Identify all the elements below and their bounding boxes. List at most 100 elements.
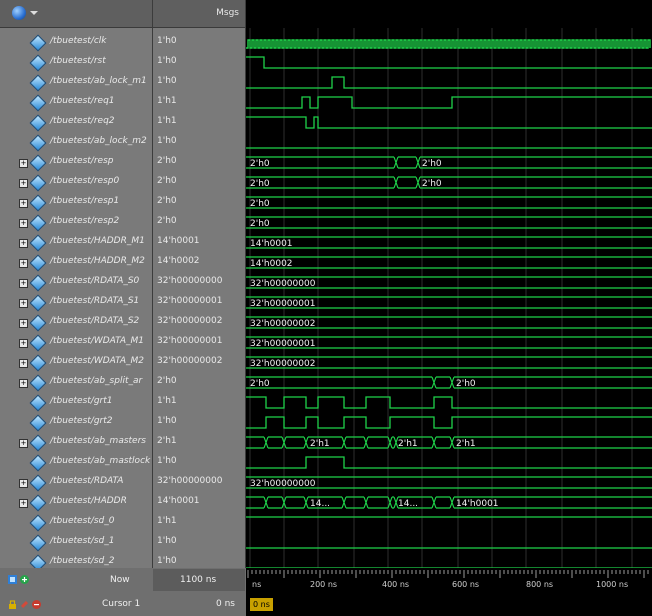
signal-name[interactable]: /tbuetest/ab_masters <box>50 436 146 446</box>
waveform-canvas[interactable]: 2'h0 2'h0 2'h0 2'h0 2'h0 2'h0 14'h0001 14'h0002… <box>246 0 652 568</box>
signal-name[interactable]: /tbuetest/req1 <box>50 96 115 106</box>
signal-name[interactable]: /tbuetest/WDATA_M1 <box>50 336 144 346</box>
time-axis[interactable]: ns 200 ns 400 ns 600 ns 800 ns 1000 ns <box>246 568 652 594</box>
signal-row[interactable]: + /tbuetest/resp0 2'h0 <box>0 173 245 193</box>
haddr-wave-segment <box>286 496 304 509</box>
split-wave-label: 2'h0 <box>456 379 476 389</box>
resp0-wave-segment <box>420 176 652 189</box>
expand-toggle[interactable]: + <box>19 179 28 188</box>
signal-row[interactable]: + /tbuetest/resp2 2'h0 <box>0 213 245 233</box>
haddr-wave-segment <box>346 496 364 509</box>
signal-name[interactable]: /tbuetest/grt1 <box>50 396 113 406</box>
signal-name[interactable]: /tbuetest/resp <box>50 156 113 166</box>
globe-icon[interactable] <box>12 6 26 20</box>
cursor-tag[interactable]: 0 ns <box>250 598 273 611</box>
signal-row[interactable]: /tbuetest/ab_mastlock 1'h0 <box>0 453 245 473</box>
signal-name[interactable]: /tbuetest/rst <box>50 56 106 66</box>
signal-row[interactable]: + /tbuetest/HADDR 14'h0001 <box>0 493 245 513</box>
signal-row[interactable]: /tbuetest/ab_lock_m1 1'h0 <box>0 73 245 93</box>
signal-row[interactable]: /tbuetest/grt2 1'h0 <box>0 413 245 433</box>
signal-row[interactable]: + /tbuetest/RDATA_S0 32'h00000000 <box>0 273 245 293</box>
signal-value: 32'h00000000 <box>157 476 223 486</box>
expand-toggle[interactable]: + <box>19 319 28 328</box>
signal-value: 1'h0 <box>157 36 177 46</box>
masters-wave-label: 2'h1 <box>398 439 418 449</box>
signal-name[interactable]: /tbuetest/RDATA <box>50 476 123 486</box>
signal-row[interactable]: + /tbuetest/WDATA_M1 32'h00000001 <box>0 333 245 353</box>
signal-name[interactable]: /tbuetest/sd_1 <box>50 536 114 546</box>
expand-toggle[interactable]: + <box>19 199 28 208</box>
resp-wave-transition <box>415 156 421 169</box>
signal-name[interactable]: /tbuetest/grt2 <box>50 416 113 426</box>
signal-name[interactable]: /tbuetest/HADDR <box>50 496 127 506</box>
signal-name[interactable]: /tbuetest/WDATA_M2 <box>50 356 144 366</box>
tick-label: 800 ns <box>526 580 554 589</box>
signal-row[interactable]: + /tbuetest/HADDR_M1 14'h0001 <box>0 233 245 253</box>
signal-icon <box>29 234 47 252</box>
expand-toggle[interactable]: + <box>19 159 28 168</box>
signal-row[interactable]: + /tbuetest/ab_masters 2'h1 <box>0 433 245 453</box>
haddr-wave-label: 14'h0001 <box>456 499 499 509</box>
signal-name[interactable]: /tbuetest/HADDR_M2 <box>50 256 145 266</box>
signal-icon <box>29 134 47 152</box>
expand-toggle[interactable]: + <box>19 339 28 348</box>
resp-wave-segment <box>398 156 416 169</box>
signal-row[interactable]: /tbuetest/grt1 1'h1 <box>0 393 245 413</box>
signal-row[interactable]: + /tbuetest/RDATA_S1 32'h00000001 <box>0 293 245 313</box>
expand-toggle[interactable]: + <box>19 499 28 508</box>
resp-wave-label: 2'h0 <box>422 159 442 169</box>
signal-row[interactable]: + /tbuetest/resp1 2'h0 <box>0 193 245 213</box>
expand-toggle[interactable]: + <box>19 299 28 308</box>
signal-name[interactable]: /tbuetest/RDATA_S0 <box>50 276 139 286</box>
cursor-row[interactable]: Cursor 1 0 ns <box>0 593 245 616</box>
signal-name[interactable]: /tbuetest/sd_2 <box>50 556 114 566</box>
signal-row[interactable]: + /tbuetest/RDATA_S2 32'h00000002 <box>0 313 245 333</box>
signal-row[interactable]: /tbuetest/rst 1'h0 <box>0 53 245 73</box>
chevron-down-icon[interactable] <box>30 11 38 15</box>
signal-name[interactable]: /tbuetest/sd_0 <box>50 516 114 526</box>
signal-row[interactable]: /tbuetest/sd_0 1'h1 <box>0 513 245 533</box>
haddr-m2-wave-segment <box>246 256 652 269</box>
haddr-wave-transition <box>387 496 393 509</box>
signal-row[interactable]: /tbuetest/ab_lock_m2 1'h0 <box>0 133 245 153</box>
cursor-axis[interactable]: 0 ns <box>246 594 652 616</box>
signal-row[interactable]: /tbuetest/sd_1 1'h0 <box>0 533 245 553</box>
signal-name[interactable]: /tbuetest/ab_lock_m1 <box>50 76 147 86</box>
signal-icon <box>29 94 47 112</box>
signal-icon <box>29 414 47 432</box>
signal-row[interactable]: + /tbuetest/HADDR_M2 14'h0002 <box>0 253 245 273</box>
waveform-pane[interactable]: 2'h0 2'h0 2'h0 2'h0 2'h0 2'h0 14'h0001 14'h0002… <box>246 0 652 568</box>
expand-toggle[interactable]: + <box>19 219 28 228</box>
clk-wave <box>246 39 651 49</box>
expand-toggle[interactable]: + <box>19 479 28 488</box>
expand-toggle[interactable]: + <box>19 259 28 268</box>
signal-row[interactable]: + /tbuetest/WDATA_M2 32'h00000002 <box>0 353 245 373</box>
expand-toggle[interactable]: + <box>19 279 28 288</box>
signal-row[interactable]: + /tbuetest/RDATA 32'h00000000 <box>0 473 245 493</box>
signal-name[interactable]: /tbuetest/RDATA_S1 <box>50 296 139 306</box>
signal-name[interactable]: /tbuetest/resp2 <box>50 216 119 226</box>
signal-name[interactable]: /tbuetest/resp0 <box>50 176 119 186</box>
signal-row[interactable]: + /tbuetest/ab_split_ar 2'h0 <box>0 373 245 393</box>
masters-wave-label: 2'h1 <box>456 439 476 449</box>
pane-divider[interactable] <box>152 0 153 616</box>
expand-toggle[interactable]: + <box>19 379 28 388</box>
expand-toggle[interactable]: + <box>19 359 28 368</box>
signal-name[interactable]: /tbuetest/clk <box>50 36 107 46</box>
signal-row[interactable]: /tbuetest/req1 1'h1 <box>0 93 245 113</box>
signal-value: 32'h00000000 <box>157 276 223 286</box>
signal-value: 32'h00000002 <box>157 356 223 366</box>
signal-name[interactable]: /tbuetest/resp1 <box>50 196 119 206</box>
split-wave-segment <box>436 376 450 389</box>
signal-name[interactable]: /tbuetest/ab_split_ar <box>50 376 142 386</box>
signal-name[interactable]: /tbuetest/ab_mastlock <box>50 456 150 466</box>
signal-name[interactable]: /tbuetest/RDATA_S2 <box>50 316 139 326</box>
signal-row[interactable]: /tbuetest/req2 1'h1 <box>0 113 245 133</box>
signal-row[interactable]: /tbuetest/clk 1'h0 <box>0 33 245 53</box>
signal-name[interactable]: /tbuetest/HADDR_M1 <box>50 236 145 246</box>
signal-name[interactable]: /tbuetest/req2 <box>50 116 115 126</box>
signal-row[interactable]: + /tbuetest/resp 2'h0 <box>0 153 245 173</box>
signal-name[interactable]: /tbuetest/ab_lock_m2 <box>50 136 147 146</box>
expand-toggle[interactable]: + <box>19 439 28 448</box>
expand-toggle[interactable]: + <box>19 239 28 248</box>
